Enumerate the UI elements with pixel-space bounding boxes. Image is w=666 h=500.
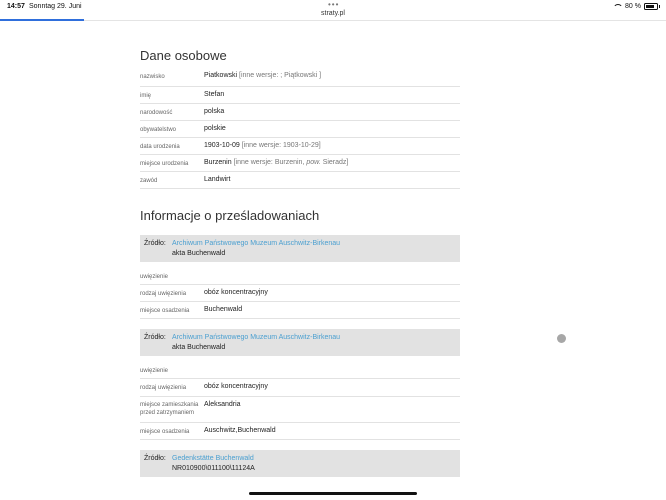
row-value: Piatkowski [inne wersje: ; Piątkowski ]	[204, 68, 460, 87]
row-value: obóz koncentracyjny	[204, 379, 460, 397]
persecution-table: rodzaj uwięzienia obóz koncentracyjny mi…	[140, 379, 460, 440]
source-link[interactable]: Archiwum Państwowego Muzeum Auschwitz-Bi…	[172, 240, 340, 247]
source-box: Źródło: Gedenkstätte Buchenwald NR010900\…	[140, 449, 460, 477]
table-row: rodzaj uwięzienia obóz koncentracyjny	[140, 379, 460, 397]
status-date: Sonntag 29. Juni	[29, 3, 82, 10]
source-sub: NR010900\011100\11124A	[172, 464, 255, 472]
tab-divider	[84, 20, 666, 21]
alt-post: Sieradz]	[320, 158, 349, 166]
table-row: miejsce osadzenia Buchenwald	[140, 301, 460, 319]
alt-versions: [inne wersje: Burzenin, pow. Sieradz]	[232, 159, 349, 166]
scroll-indicator[interactable]	[557, 334, 566, 343]
persecution-block: Źródło: Archiwum Państwowego Muzeum Ausch…	[140, 329, 460, 440]
row-key: rodzaj uwięzienia	[140, 284, 204, 302]
alt-em: pow.	[306, 158, 321, 166]
row-value: Burzenin [inne wersje: Burzenin, pow. Si…	[204, 154, 460, 172]
row-value: Stefan	[204, 86, 460, 104]
row-key: data urodzenia	[140, 137, 204, 155]
row-key: miejsce osadzenia	[140, 301, 204, 319]
source-box: Źródło: Archiwum Państwowego Muzeum Ausch…	[140, 329, 460, 356]
status-bar: 14:57 Sonntag 29. Juni ••• straty.pl 80 …	[0, 0, 666, 22]
source-sub: akta Buchenwald	[172, 344, 226, 351]
source-link[interactable]: Gedenkstätte Buchenwald	[172, 455, 254, 462]
row-key: rodzaj uwięzienia	[140, 379, 204, 397]
persecution-section-title: Informacje o prześladowaniach	[140, 207, 320, 223]
table-row: imię Stefan	[140, 86, 460, 104]
source-label: Źródło:	[144, 239, 166, 247]
value-text: Piatkowski	[204, 72, 238, 79]
personal-section-title: Dane osobowe	[140, 48, 227, 63]
value-text: 1903-10-09	[204, 141, 240, 149]
battery-icon	[644, 3, 660, 10]
row-key: obywatelstwo	[140, 120, 204, 138]
source-link[interactable]: Archiwum Państwowego Muzeum Auschwitz-Bi…	[172, 334, 340, 341]
row-value: Aleksandria	[204, 396, 460, 423]
row-key: miejsce urodzenia	[140, 154, 204, 172]
more-dots-icon[interactable]: •••	[328, 0, 339, 9]
source-label: Źródło:	[144, 454, 166, 462]
row-key: narodowość	[140, 103, 204, 121]
tab-indicator	[0, 19, 84, 21]
source-label: Źródło:	[144, 334, 166, 341]
battery-percent: 80 %	[625, 3, 641, 10]
group-label: uwięzienie	[140, 262, 460, 285]
value-text: Burzenin	[204, 158, 232, 166]
table-row: nazwisko Piatkowski [inne wersje: ; Piąt…	[140, 68, 460, 87]
row-value: Auschwitz,Buchenwald	[204, 422, 460, 440]
row-key: nazwisko	[140, 68, 204, 87]
table-row: zawód Landwirt	[140, 171, 460, 189]
status-right: 80 %	[613, 3, 660, 10]
row-value: Landwirt	[204, 171, 460, 189]
table-row: miejsce osadzenia Auschwitz,Buchenwald	[140, 422, 460, 440]
alt-versions: [inne wersje: 1903-10-29]	[239, 141, 321, 149]
row-key: zawód	[140, 171, 204, 189]
row-value: Buchenwald	[204, 301, 460, 319]
table-row: obywatelstwo polskie	[140, 120, 460, 138]
row-value: polskie	[204, 120, 460, 138]
row-value: polska	[204, 103, 460, 121]
table-row: rodzaj uwięzienia obóz koncentracyjny	[140, 284, 460, 302]
persecution-table: rodzaj uwięzienia obóz koncentracyjny mi…	[140, 284, 460, 319]
row-key: imię	[140, 86, 204, 104]
row-key: miejsce zamieszkania przed zatrzymaniem	[140, 396, 204, 423]
source-box: Źródło: Archiwum Państwowego Muzeum Ausch…	[140, 234, 460, 262]
address-url[interactable]: straty.pl	[0, 10, 666, 17]
table-row: narodowość polska	[140, 103, 460, 121]
row-value: obóz koncentracyjny	[204, 284, 460, 302]
alt-pre: [inne wersje: Burzenin,	[231, 158, 307, 166]
table-row: miejsce zamieszkania przed zatrzymaniem …	[140, 396, 460, 423]
table-row: miejsce urodzenia Burzenin [inne wersje:…	[140, 154, 460, 172]
row-key: miejsce osadzenia	[140, 422, 204, 440]
alt-versions: [inne wersje: ; Piątkowski ]	[237, 72, 322, 79]
wifi-icon	[613, 3, 624, 10]
status-time: 14:57	[7, 3, 25, 10]
persecution-block: Źródło: Archiwum Państwowego Muzeum Ausch…	[140, 234, 460, 319]
persecution-block: Źródło: Gedenkstätte Buchenwald NR010900\…	[140, 449, 460, 477]
table-row: data urodzenia 1903-10-09 [inne wersje: …	[140, 137, 460, 155]
personal-table: nazwisko Piatkowski [inne wersje: ; Piąt…	[140, 68, 460, 189]
source-sub: akta Buchenwald	[172, 249, 226, 257]
group-label: uwięzienie	[140, 356, 460, 379]
home-indicator[interactable]	[249, 492, 417, 495]
row-value: 1903-10-09 [inne wersje: 1903-10-29]	[204, 137, 460, 155]
main-content: Dane osobowe nazwisko Piatkowski [inne w…	[140, 48, 460, 477]
